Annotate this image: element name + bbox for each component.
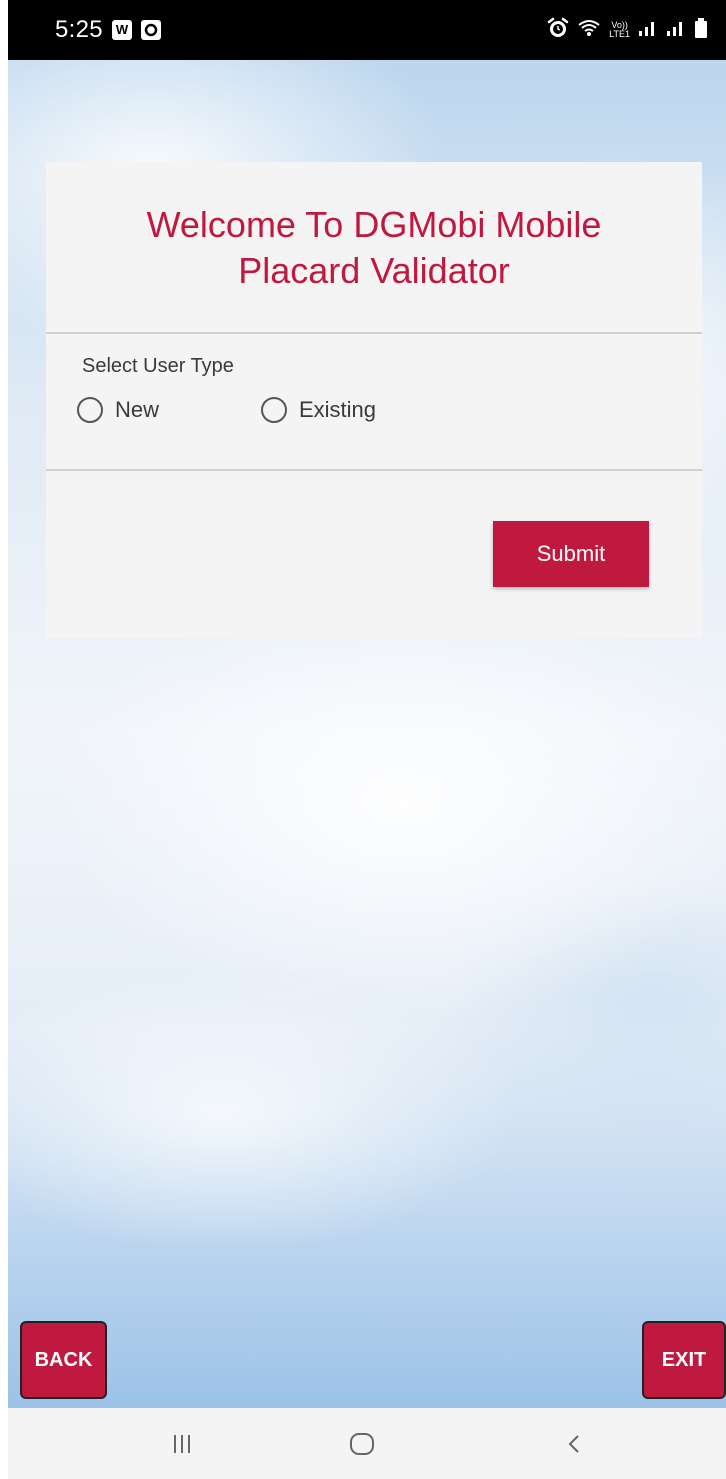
signal-icon	[638, 19, 658, 42]
exit-button[interactable]: EXIT	[642, 1321, 726, 1399]
home-icon[interactable]	[344, 1426, 380, 1462]
signal-icon-2	[666, 19, 686, 42]
back-nav-icon[interactable]	[557, 1426, 593, 1462]
welcome-card: Welcome To DGMobi Mobile Placard Validat…	[46, 162, 702, 638]
app-screen: 5:25 W Vo)) LTE1 Welcome To DGMobi Mobil…	[8, 0, 726, 1479]
radio-existing[interactable]: Existing	[261, 394, 376, 426]
submit-button[interactable]: Submit	[493, 521, 649, 587]
divider-bottom	[46, 469, 702, 471]
radio-new[interactable]: New	[77, 394, 159, 426]
status-icons: Vo)) LTE1	[547, 17, 708, 44]
radio-existing-circle[interactable]	[261, 397, 287, 423]
back-button[interactable]: BACK	[20, 1321, 107, 1399]
alarm-icon	[547, 17, 569, 44]
wifi-icon	[577, 18, 601, 43]
battery-icon	[694, 17, 708, 44]
title-line-2: Placard Validator	[238, 250, 510, 291]
divider-top	[46, 332, 702, 334]
page-title: Welcome To DGMobi Mobile Placard Validat…	[46, 202, 702, 294]
navigation-bar	[8, 1408, 726, 1479]
w-app-icon: W	[112, 20, 132, 40]
radio-new-circle[interactable]	[77, 397, 103, 423]
title-line-1: Welcome To DGMobi Mobile	[146, 204, 602, 245]
volte-icon: Vo)) LTE1	[609, 20, 630, 39]
camera-app-icon	[141, 20, 161, 40]
radio-existing-label: Existing	[299, 397, 377, 422]
radio-new-label: New	[115, 397, 160, 422]
status-bar: 5:25 W Vo)) LTE1	[8, 0, 726, 60]
select-user-type-label: Select User Type	[82, 355, 234, 377]
status-time: 5:25	[55, 16, 103, 43]
recent-apps-icon[interactable]	[164, 1426, 200, 1462]
